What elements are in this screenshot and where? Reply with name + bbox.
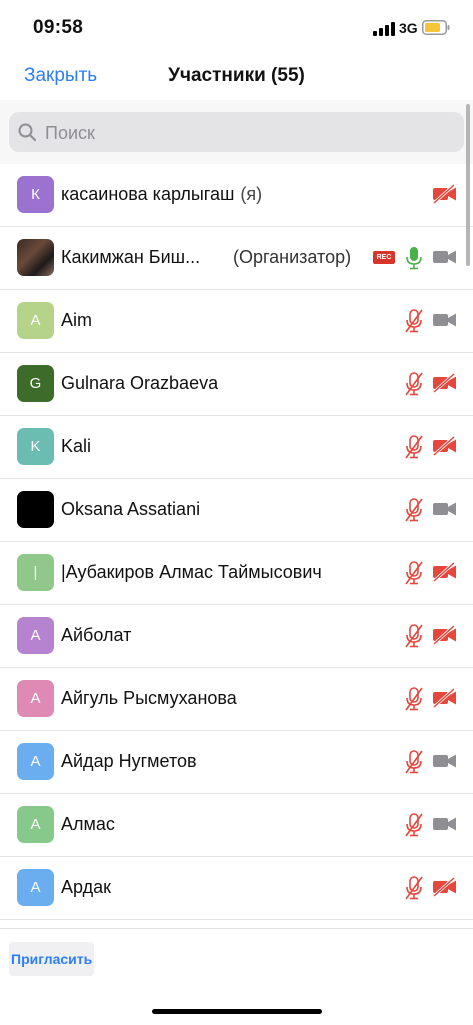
video-icon [433, 313, 456, 327]
video-icon [433, 502, 456, 516]
participant-name-text: Ардак [61, 877, 111, 897]
signal-strength-icon [373, 22, 395, 36]
participant-name: касаинова карлыгаш (я) [61, 184, 262, 205]
microphone-muted-icon [405, 750, 423, 774]
invite-button[interactable]: Пригласить [9, 942, 95, 976]
participant-row[interactable]: Ккасаинова карлыгаш (я) [0, 164, 473, 227]
avatar [17, 491, 54, 528]
participant-name-text: Gulnara Orazbaeva [61, 373, 219, 393]
participant-row[interactable]: | |Аубакиров Алмас Таймысович [0, 542, 473, 605]
participant-name: Ардак [61, 877, 111, 898]
participant-row[interactable]: K Kali [0, 416, 473, 479]
video-icon [433, 817, 456, 831]
participant-row[interactable]: А Алмас [0, 794, 473, 857]
participant-row[interactable]: Какимжан Биш... (Организатор) REC [0, 227, 473, 290]
bottom-toolbar: Пригласить [0, 928, 473, 1025]
video-icon [433, 250, 456, 264]
home-indicator [152, 1009, 322, 1014]
participant-row[interactable]: А Айболат [0, 605, 473, 668]
search-input[interactable] [43, 112, 447, 154]
participant-name-text: Kali [61, 436, 92, 456]
participant-name: Айдар Нугметов [61, 751, 197, 772]
participant-name: Oksana Assatiani [61, 499, 200, 520]
recording-badge: REC [373, 251, 395, 264]
avatar: А [17, 743, 54, 780]
participant-row[interactable]: А Ардак [0, 857, 473, 920]
self-label: (я) [240, 184, 263, 204]
microphone-muted-icon [405, 624, 423, 648]
avatar: А [17, 869, 54, 906]
participant-row[interactable]: Oksana Assatiani [0, 479, 473, 542]
participant-row[interactable]: A Aim [0, 290, 473, 353]
video-off-icon [432, 877, 456, 897]
participant-name: Алмас [61, 814, 115, 835]
microphone-muted-icon [405, 435, 423, 459]
scrollbar[interactable] [466, 104, 470, 266]
status-time: 09:58 [33, 17, 84, 38]
nav-bar: Участники (55) Закрыть [0, 56, 473, 100]
microphone-muted-icon [405, 309, 423, 333]
microphone-muted-icon [405, 876, 423, 900]
battery-icon [422, 20, 450, 35]
participant-name-text: Oksana Assatiani [61, 499, 201, 519]
participant-name-text: Айгуль Рысмуханова [61, 688, 237, 708]
video-off-icon [432, 184, 456, 204]
participant-name-text: Айболат [61, 625, 132, 645]
video-off-icon [432, 688, 456, 708]
participant-name: |Аубакиров Алмас Таймысович [61, 562, 322, 583]
search-icon [18, 123, 36, 141]
participant-name-text: Aim [61, 310, 92, 330]
participant-name-text: Какимжан Биш... [61, 247, 201, 267]
participant-row[interactable]: А Айдар Нугметов [0, 731, 473, 794]
video-off-icon [432, 436, 456, 456]
avatar: K [17, 428, 54, 465]
search-box[interactable] [9, 112, 464, 154]
status-bar: 09:58 3G [0, 0, 473, 56]
participant-name-text: Алмас [61, 814, 115, 834]
participant-name-text: |Аубакиров Алмас Таймысович [61, 562, 322, 582]
microphone-icon [406, 247, 422, 270]
microphone-muted-icon [405, 372, 423, 396]
participant-name: Какимжан Биш... [61, 247, 200, 268]
video-off-icon [432, 562, 456, 582]
participant-name: Айболат [61, 625, 131, 646]
avatar: | [17, 554, 54, 591]
avatar: А [17, 680, 54, 717]
video-off-icon [432, 625, 456, 645]
participant-name: Айгуль Рысмуханова [61, 688, 237, 709]
microphone-muted-icon [405, 813, 423, 837]
participant-name-text: Айдар Нугметов [61, 751, 197, 771]
participant-row[interactable]: А Айгуль Рысмуханова [0, 668, 473, 731]
search-area [0, 100, 473, 164]
video-icon [433, 754, 456, 768]
participant-name: Kali [61, 436, 91, 457]
participant-name-text: касаинова карлыгаш [61, 184, 235, 204]
participant-name: Gulnara Orazbaeva [61, 373, 218, 394]
participant-row[interactable]: G Gulnara Orazbaeva [0, 353, 473, 416]
close-button[interactable]: Закрыть [24, 65, 97, 87]
microphone-muted-icon [405, 687, 423, 711]
avatar: A [17, 302, 54, 339]
microphone-muted-icon [405, 561, 423, 585]
avatar: К [17, 176, 54, 213]
host-role-label: (Организатор) [233, 247, 352, 267]
avatar: А [17, 806, 54, 843]
network-type: 3G [399, 20, 418, 36]
avatar: А [17, 617, 54, 654]
participant-name: Aim [61, 310, 92, 331]
avatar [17, 239, 54, 276]
microphone-muted-icon [405, 498, 423, 522]
avatar: G [17, 365, 54, 402]
participant-list: Ккасаинова карлыгаш (я) Какимжан Биш... (Ор… [0, 164, 473, 920]
video-off-icon [432, 373, 456, 393]
